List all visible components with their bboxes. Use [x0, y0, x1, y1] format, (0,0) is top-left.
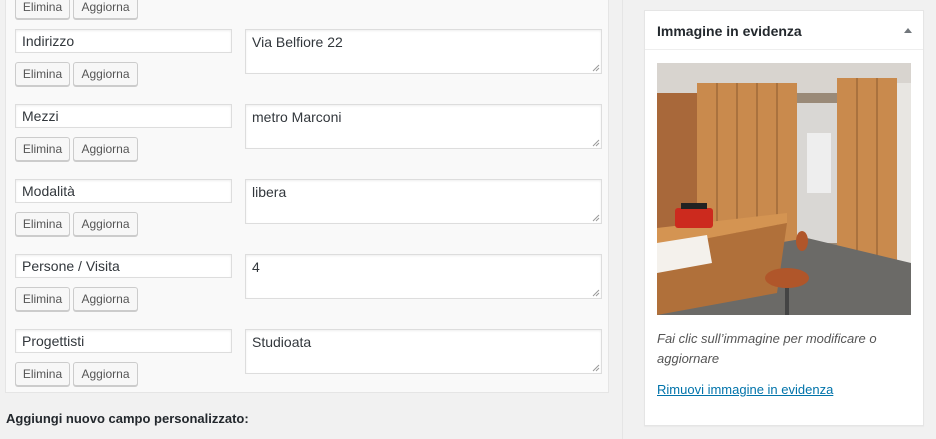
- update-button[interactable]: Aggiorna: [73, 137, 138, 161]
- update-button[interactable]: Aggiorna: [73, 362, 138, 386]
- resize-grip-icon[interactable]: [590, 137, 600, 147]
- remove-featured-image-link[interactable]: Rimuovi immagine in evidenza: [657, 382, 833, 397]
- field-value-text: 4: [252, 259, 260, 275]
- featured-image-header[interactable]: Immagine in evidenza: [645, 11, 923, 50]
- field-value-textarea[interactable]: metro Marconi: [245, 104, 602, 149]
- update-button[interactable]: Aggiorna: [73, 287, 138, 311]
- field-value-textarea[interactable]: Via Belfiore 22: [245, 29, 602, 74]
- field-key-input[interactable]: Mezzi: [15, 104, 232, 128]
- delete-button[interactable]: Elimina: [15, 0, 70, 19]
- field-key-input[interactable]: Progettisti: [15, 329, 232, 353]
- custom-field-row: Progettisti Elimina Aggiorna Studioata: [15, 329, 603, 391]
- delete-button[interactable]: Elimina: [15, 212, 70, 236]
- field-value-text: metro Marconi: [252, 109, 342, 125]
- field-value-text: Studioata: [252, 334, 312, 350]
- custom-field-row: Elimina Aggiorna: [15, 0, 603, 24]
- featured-image[interactable]: [657, 63, 911, 315]
- field-value-textarea[interactable]: 4: [245, 254, 602, 299]
- resize-grip-icon[interactable]: [590, 212, 600, 222]
- field-value-textarea[interactable]: libera: [245, 179, 602, 224]
- update-button[interactable]: Aggiorna: [73, 62, 138, 86]
- field-key-input[interactable]: Indirizzo: [15, 29, 232, 53]
- add-new-field-heading: Aggiungi nuovo campo personalizzato:: [6, 411, 249, 426]
- triangle-up-icon[interactable]: [903, 27, 913, 33]
- delete-button[interactable]: Elimina: [15, 362, 70, 386]
- field-key-input[interactable]: Modalità: [15, 179, 232, 203]
- custom-field-row: Mezzi Elimina Aggiorna metro Marconi: [15, 104, 603, 166]
- update-button[interactable]: Aggiorna: [73, 212, 138, 236]
- featured-image-box: Immagine in evidenza Fai clic sull’immag…: [644, 10, 924, 426]
- custom-field-row: Persone / Visita Elimina Aggiorna 4: [15, 254, 603, 316]
- field-key-input[interactable]: Persone / Visita: [15, 254, 232, 278]
- featured-image-title: Immagine in evidenza: [657, 23, 802, 39]
- resize-grip-icon[interactable]: [590, 62, 600, 72]
- field-value-text: Via Belfiore 22: [252, 34, 343, 50]
- field-value-text: libera: [252, 184, 287, 200]
- resize-grip-icon[interactable]: [590, 287, 600, 297]
- update-button[interactable]: Aggiorna: [73, 0, 138, 19]
- delete-button[interactable]: Elimina: [15, 287, 70, 311]
- field-value-textarea[interactable]: Studioata: [245, 329, 602, 374]
- delete-button[interactable]: Elimina: [15, 137, 70, 161]
- delete-button[interactable]: Elimina: [15, 62, 70, 86]
- custom-field-row: Indirizzo Elimina Aggiorna Via Belfiore …: [15, 29, 603, 91]
- featured-image-hint: Fai clic sull’immagine per modificare o …: [657, 331, 877, 366]
- resize-grip-icon[interactable]: [590, 362, 600, 372]
- custom-field-row: Modalità Elimina Aggiorna libera: [15, 179, 603, 241]
